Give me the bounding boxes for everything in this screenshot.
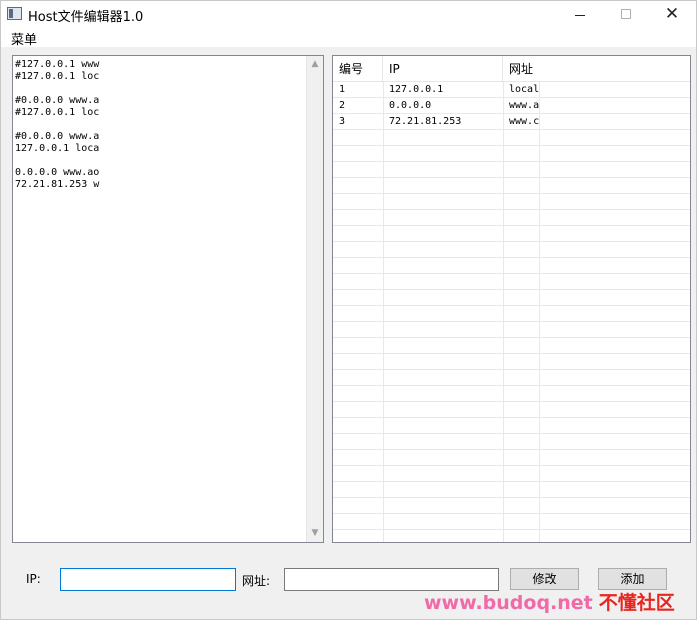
watermark-url: www.budoq.net bbox=[424, 592, 593, 614]
ip-label: IP: bbox=[26, 572, 41, 586]
minimize-button[interactable] bbox=[557, 1, 603, 27]
row-url-cell: www.a bbox=[509, 100, 539, 111]
watermark-name: 不懂社区 bbox=[598, 592, 675, 614]
table-row[interactable]: 3 72.21.81.253 www.c bbox=[333, 114, 690, 130]
app-icon bbox=[7, 7, 22, 20]
title-bar[interactable]: Host文件编辑器1.0 ✕ bbox=[1, 1, 696, 27]
table-row[interactable]: 1 127.0.0.1 local bbox=[333, 82, 690, 98]
row-ip-cell: 72.21.81.253 bbox=[389, 116, 462, 127]
scroll-down-icon[interactable]: ▼ bbox=[307, 525, 323, 542]
minimize-icon bbox=[575, 14, 585, 16]
row-url-cell: local bbox=[509, 84, 539, 95]
row-url-cell: www.c bbox=[509, 116, 539, 127]
editor-vertical-scrollbar[interactable]: ▲ ▼ bbox=[306, 56, 323, 542]
scroll-up-icon[interactable]: ▲ bbox=[307, 56, 323, 73]
ip-input[interactable] bbox=[60, 568, 236, 591]
maximize-icon bbox=[621, 9, 631, 19]
row-ip-cell: 127.0.0.1 bbox=[389, 84, 444, 95]
row-ip-cell: 0.0.0.0 bbox=[389, 100, 432, 111]
hosts-table[interactable]: 编号 IP 网址 1 127.0.0.1 local 2 0.0.0.0 www… bbox=[332, 55, 691, 543]
add-button[interactable]: 添加 bbox=[598, 568, 667, 590]
table-row[interactable]: 2 0.0.0.0 www.a bbox=[333, 98, 690, 114]
url-label: 网址: bbox=[242, 574, 271, 588]
table-header: 编号 IP 网址 bbox=[333, 56, 690, 82]
row-number-cell: 3 bbox=[339, 116, 346, 127]
row-number-cell: 2 bbox=[339, 100, 346, 111]
header-number[interactable]: 编号 bbox=[333, 56, 383, 82]
close-button[interactable]: ✕ bbox=[649, 1, 695, 27]
header-url[interactable]: 网址 bbox=[503, 56, 539, 82]
close-icon: ✕ bbox=[664, 4, 680, 24]
window-title: Host文件编辑器1.0 bbox=[28, 10, 144, 25]
row-number-cell: 1 bbox=[339, 84, 346, 95]
hosts-text-content[interactable]: #127.0.0.1 www #127.0.0.1 loc #0.0.0.0 w… bbox=[15, 59, 305, 539]
edit-button[interactable]: 修改 bbox=[510, 568, 579, 590]
hosts-text-editor[interactable]: #127.0.0.1 www #127.0.0.1 loc #0.0.0.0 w… bbox=[12, 55, 324, 543]
menu-item-menu[interactable]: 菜单 bbox=[11, 29, 37, 48]
app-window: Host文件编辑器1.0 ✕ 菜单 #127.0.0.1 www #127.0.… bbox=[0, 0, 697, 620]
maximize-button[interactable] bbox=[603, 1, 649, 27]
menu-bar: 菜单 bbox=[1, 27, 696, 48]
watermark: www.budoq.net 不懂社区 bbox=[424, 588, 694, 614]
header-ip[interactable]: IP bbox=[383, 56, 503, 82]
